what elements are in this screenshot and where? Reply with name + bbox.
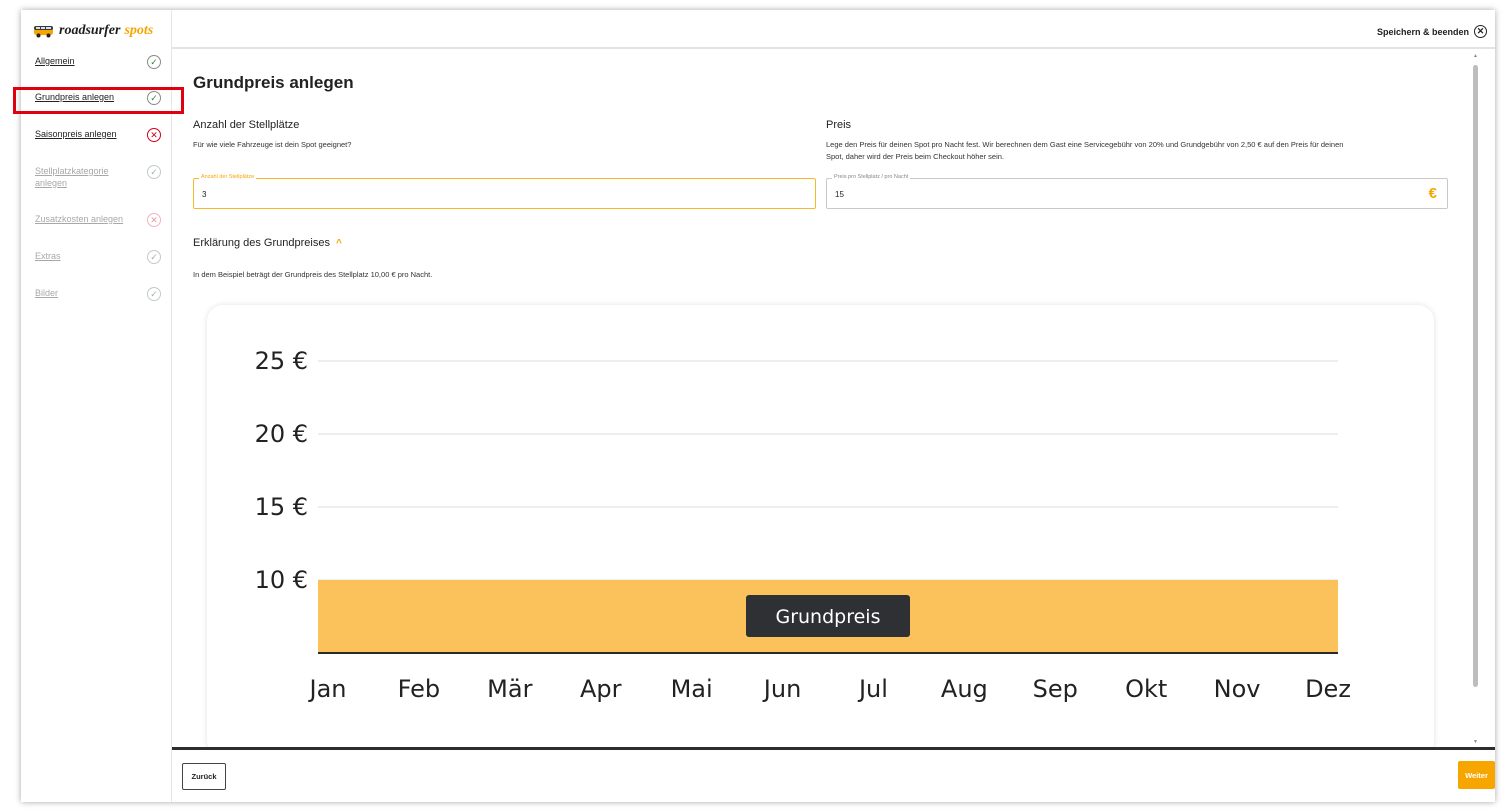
sidebar-item-allgemein[interactable]: Allgemein ✓ (35, 55, 161, 69)
x-tick-label: Sep (1033, 675, 1078, 703)
x-tick-label: Jun (762, 675, 802, 703)
spots-heading: Anzahl der Stellplätze (193, 119, 300, 131)
check-circle-icon: ✓ (147, 250, 161, 264)
spots-count-input[interactable] (202, 190, 699, 199)
error-circle-icon: ✕ (147, 128, 161, 142)
price-field[interactable]: Preis pro Stellplatz / pro Nacht € (826, 174, 1448, 209)
euro-icon: € (1428, 185, 1437, 202)
sidebar-item-label: Stellplatzkategorie anlegen (35, 166, 109, 188)
brand-suffix: spots (124, 23, 154, 38)
x-tick-label: Mär (487, 675, 532, 703)
van-icon (34, 26, 53, 38)
price-description-line1: Lege den Preis für deinen Spot pro Nacht… (826, 140, 1344, 149)
brand-name: roadsurfer (59, 23, 121, 38)
chevron-up-icon: ^ (335, 237, 342, 249)
explanation-heading: Erklärung des Grundpreises (193, 237, 330, 249)
explanation-text: In dem Beispiel beträgt der Grundpreis d… (193, 270, 433, 279)
scroll-up-icon[interactable]: ▲ (1472, 53, 1479, 59)
x-tick-label: Mai (671, 675, 713, 703)
close-circle-icon: ✕ (1474, 25, 1487, 38)
sidebar-item-saisonpreis[interactable]: Saisonpreis anlegen ✕ (35, 128, 161, 142)
y-tick-label: 15 € (255, 493, 308, 521)
main-content: Grundpreis anlegen Anzahl der Stellplätz… (172, 51, 1472, 747)
sidebar-item-zusatzkosten[interactable]: Zusatzkosten anlegen ✕ (35, 213, 161, 227)
page-title: Grundpreis anlegen (193, 73, 354, 92)
spots-description: Für wie viele Fahrzeuge ist dein Spot ge… (193, 140, 352, 149)
save-exit-label: Speichern & beenden (1376, 26, 1469, 37)
check-circle-icon: ✓ (147, 55, 161, 69)
top-bar: Speichern & beenden ✕ (172, 10, 1495, 49)
spots-count-field[interactable]: Anzahl der Stellplätze (193, 174, 816, 209)
sidebar-item-label: Zusatzkosten anlegen (35, 214, 124, 224)
y-tick-label: 25 € (255, 347, 308, 375)
x-tick-label: Apr (580, 675, 622, 703)
scroll-thumb[interactable] (1473, 65, 1478, 687)
price-chart-card: 25 € 20 € 15 € 10 € Jan Feb Mär Apr Mai Jun Jul Aug… (207, 305, 1434, 747)
footer-bar: Zurück Weiter (172, 747, 1495, 802)
price-input[interactable] (835, 190, 1331, 199)
sidebar-item-label: Saisonpreis anlegen (35, 129, 117, 139)
series-label-text: Grundpreis (775, 606, 880, 628)
price-chart: 25 € 20 € 15 € 10 € Jan Feb Mär Apr Mai Jun Jul Aug… (255, 347, 1351, 703)
sidebar-item-label: Bilder (35, 288, 59, 298)
back-button[interactable]: Zurück (182, 763, 226, 790)
brand-logo[interactable]: roadsurfer spots (33, 22, 153, 40)
price-description: Lege den Preis für deinen Spot pro Nacht… (826, 139, 1466, 163)
x-tick-label: Dez (1305, 675, 1351, 703)
save-exit-button[interactable]: Speichern & beenden ✕ (1377, 25, 1487, 38)
highlight-box (13, 87, 184, 114)
y-tick-label: 20 € (255, 420, 308, 448)
explanation-toggle[interactable]: Erklärung des Grundpreises ^ (193, 237, 342, 249)
sidebar-item-label: Allgemein (35, 56, 75, 66)
x-tick-label: Jan (308, 675, 347, 703)
price-heading: Preis (826, 119, 852, 131)
spots-count-label: Anzahl der Stellplätze (199, 174, 257, 180)
x-tick-label: Aug (941, 675, 988, 703)
scroll-down-icon[interactable]: ▼ (1472, 739, 1479, 745)
price-description-line2: Spot, daher wird der Preis beim Checkout… (826, 152, 1005, 161)
x-tick-label: Nov (1214, 675, 1261, 703)
y-tick-label: 10 € (255, 566, 308, 594)
scrollbar[interactable]: ▲ ▼ (1472, 51, 1479, 747)
x-tick-label: Okt (1125, 675, 1167, 703)
sidebar-item-stellplatzkategorie[interactable]: Stellplatzkategorie anlegen ✓ (35, 165, 161, 189)
check-circle-icon: ✓ (147, 287, 161, 301)
sidebar-item-extras[interactable]: Extras ✓ (35, 250, 161, 264)
check-circle-icon: ✓ (147, 165, 161, 179)
error-circle-icon: ✕ (147, 213, 161, 227)
sidebar: roadsurfer spots Allgemein ✓ Grundpreis … (21, 10, 172, 802)
x-tick-label: Jul (857, 675, 888, 703)
next-button[interactable]: Weiter (1458, 761, 1495, 789)
sidebar-item-bilder[interactable]: Bilder ✓ (35, 287, 161, 301)
price-label: Preis pro Stellplatz / pro Nacht (832, 174, 911, 180)
x-tick-label: Feb (398, 675, 441, 703)
app-window: roadsurfer spots Allgemein ✓ Grundpreis … (13, 10, 1495, 802)
sidebar-item-label: Extras (35, 251, 61, 261)
